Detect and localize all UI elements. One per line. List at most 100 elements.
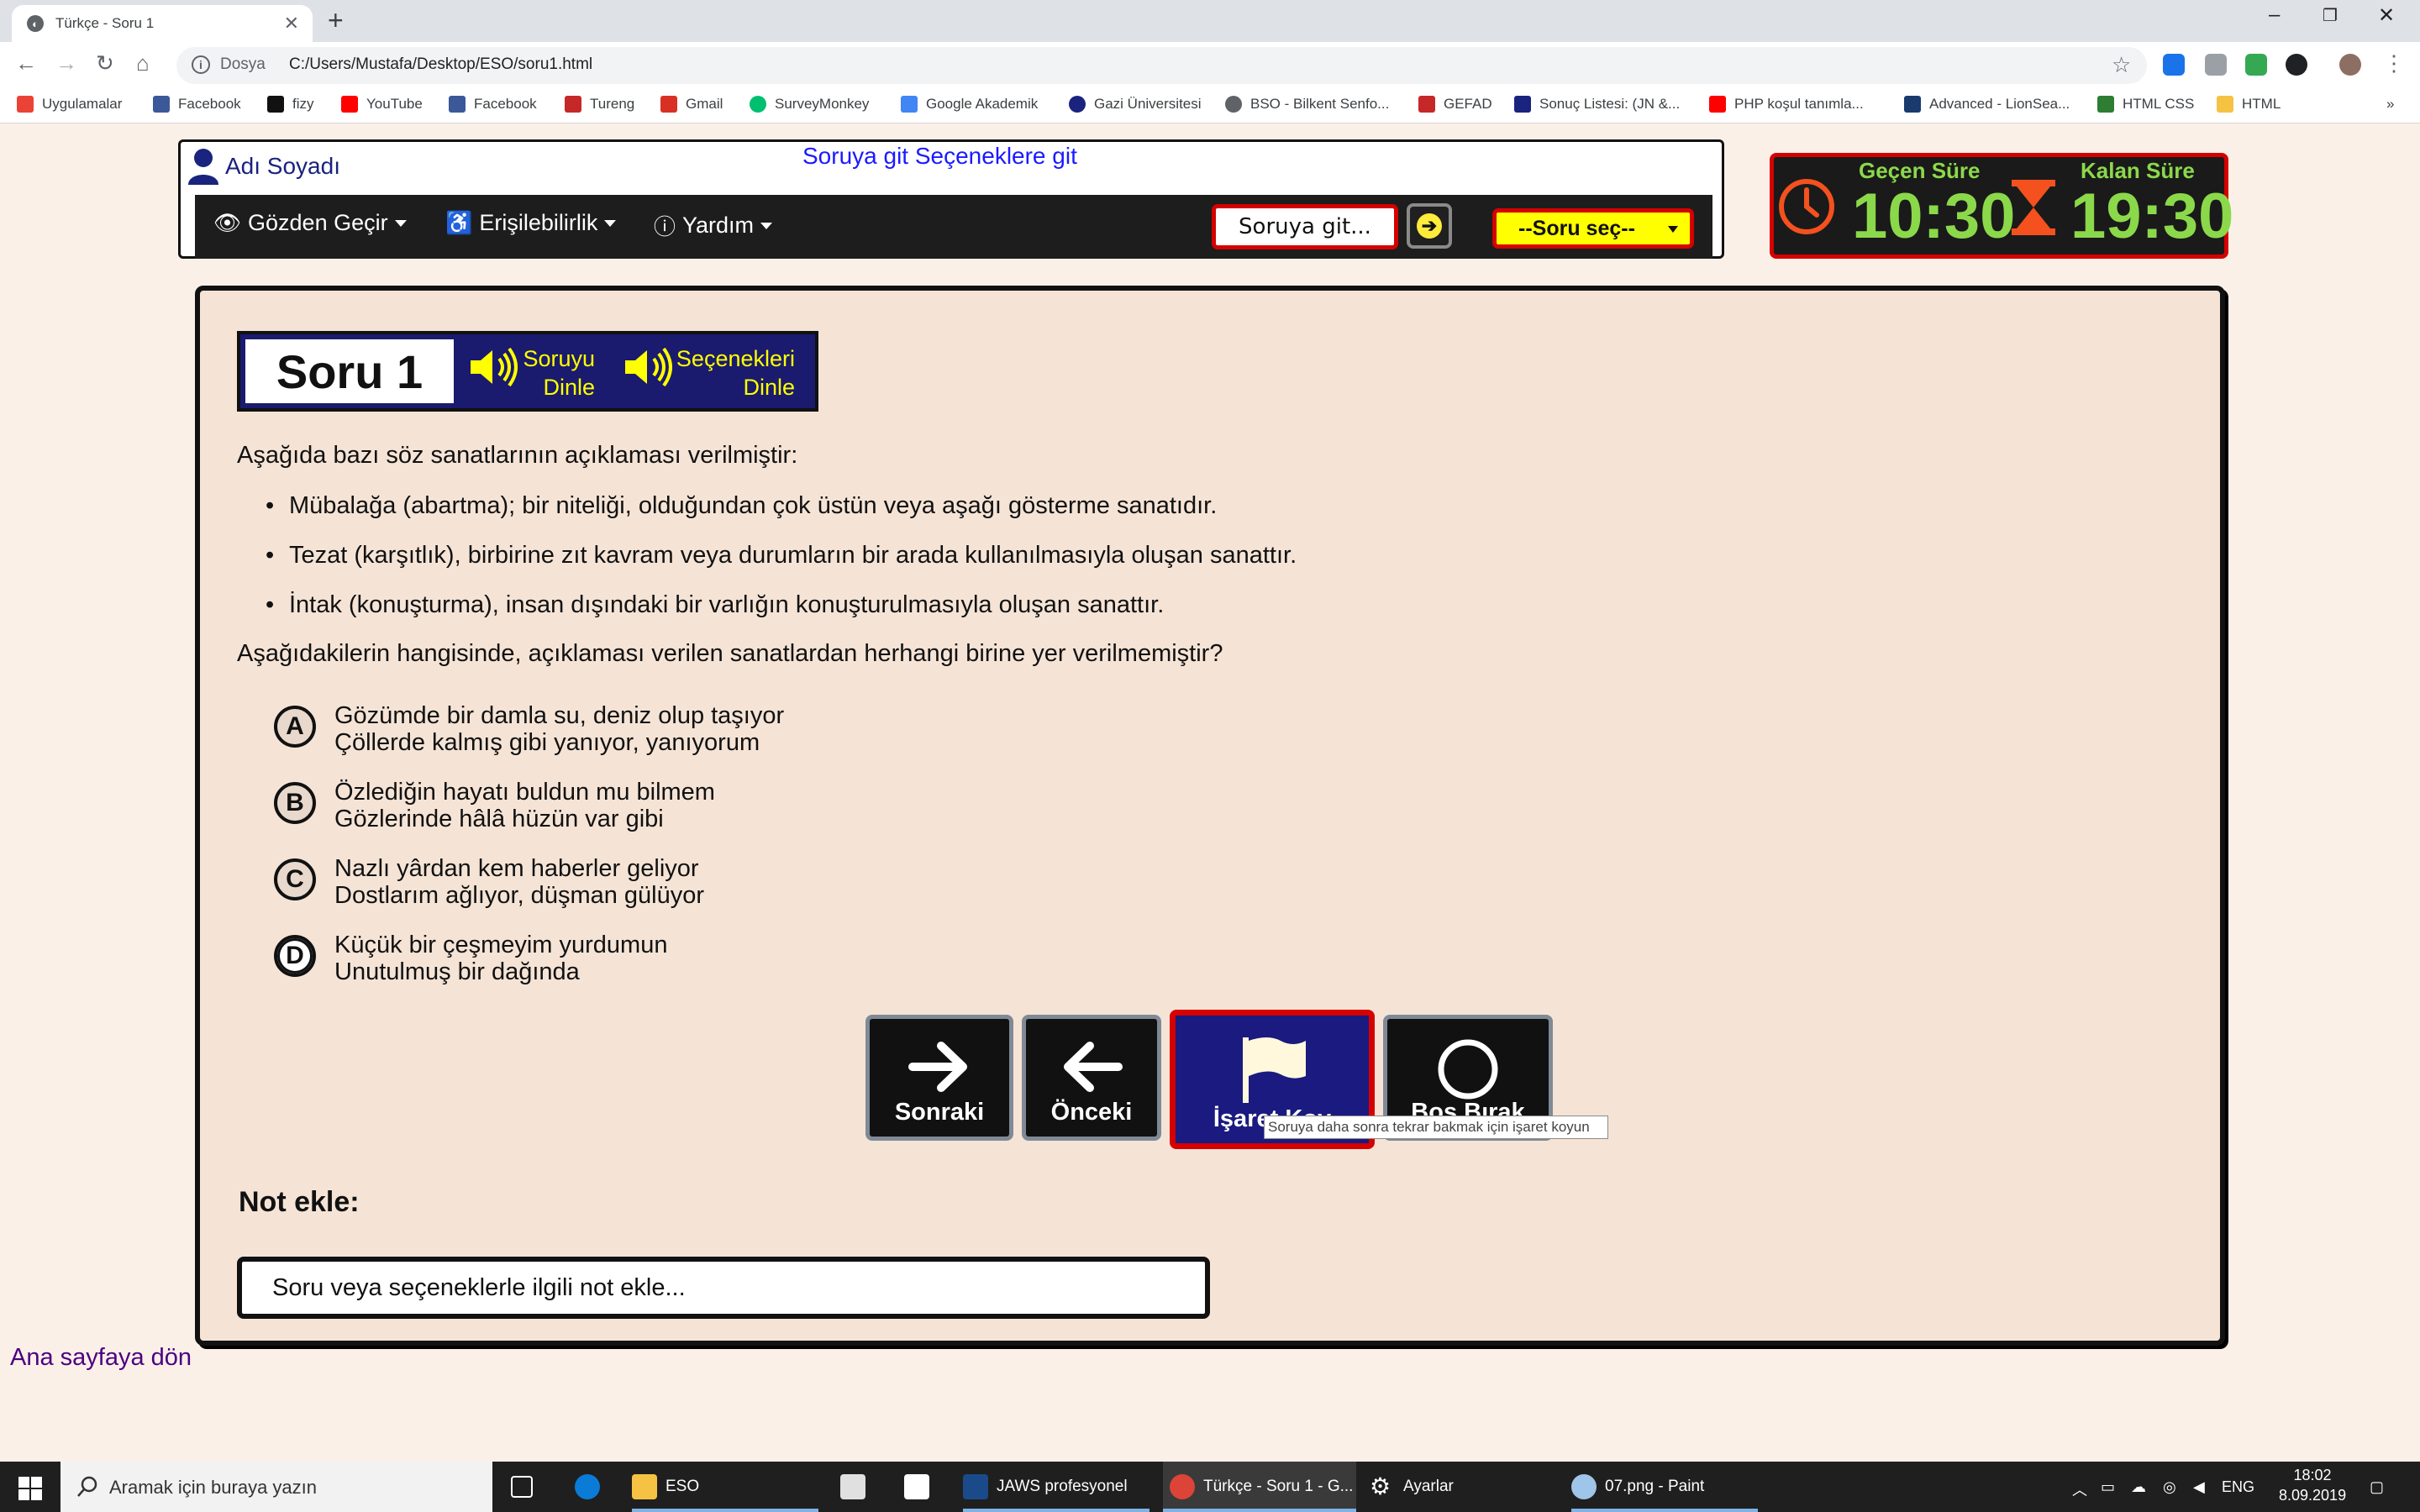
fizy-icon <box>267 96 284 113</box>
forward-icon[interactable]: → <box>55 50 77 76</box>
browser-tabstrip <box>0 0 2420 42</box>
language-indicator[interactable]: ENG <box>2222 1478 2254 1496</box>
dropdown-arrow-icon <box>1668 226 1678 233</box>
volume-icon[interactable]: ◀ <box>2193 1478 2205 1496</box>
hourglass-icon <box>2012 180 2055 235</box>
goto-question-input[interactable]: Soruya git... <box>1212 204 1398 249</box>
menu-review[interactable]: 👁 Gözden Geçir <box>213 210 407 236</box>
next-button[interactable]: Sonraki <box>865 1015 1013 1141</box>
info-icon[interactable]: i <box>192 55 210 74</box>
bookmark-star-icon[interactable]: ☆ <box>2112 52 2131 78</box>
skip-links[interactable]: Soruya git Seçeneklere git <box>802 143 1077 170</box>
windows-start-icon[interactable] <box>18 1477 42 1500</box>
clock-icon <box>1779 179 1834 234</box>
home-icon[interactable]: ⌂ <box>136 50 150 76</box>
option-letter: A <box>274 706 316 748</box>
task-view-icon[interactable] <box>511 1462 541 1512</box>
folder-icon <box>2217 96 2233 113</box>
extension-icon[interactable] <box>2205 54 2227 76</box>
edge-icon[interactable] <box>575 1462 608 1512</box>
option-d[interactable]: D Küçük bir çeşmeyim yurdumun Unutulmuş b… <box>274 932 667 985</box>
browser-menu-icon[interactable]: ⋮ <box>2383 50 2405 76</box>
tray-chevron-icon[interactable]: ︿ <box>2072 1478 2087 1500</box>
previous-button[interactable]: Önceki <box>1022 1015 1161 1141</box>
minimize-icon[interactable]: – <box>2269 3 2280 27</box>
bookmark-item[interactable]: SurveyMonkey <box>750 96 869 113</box>
active-indicator <box>1571 1509 1758 1512</box>
menu-bar <box>195 195 1712 259</box>
taskbar-item-chrome[interactable]: Türkçe - Soru 1 - G... <box>1163 1462 1356 1512</box>
arrow-right-icon <box>908 1042 967 1092</box>
active-indicator <box>963 1509 1150 1512</box>
profile-avatar[interactable] <box>2339 54 2361 76</box>
extension-icon[interactable] <box>2163 54 2185 76</box>
bookmark-item[interactable]: BSO - Bilkent Senfo... <box>1225 96 1389 113</box>
taskbar-item-paint[interactable]: 07.png - Paint <box>1571 1462 1704 1512</box>
system-clock[interactable]: 18:02 8.09.2019 <box>2279 1465 2346 1505</box>
bookmark-item[interactable]: Facebook <box>449 96 537 113</box>
html-css-icon <box>2097 96 2114 113</box>
extension-icon[interactable] <box>2245 54 2267 76</box>
taskbar-item-explorer[interactable]: ESO <box>632 1462 699 1512</box>
taskbar-item-settings[interactable]: ⚙ Ayarlar <box>1370 1462 1454 1512</box>
bookmark-item[interactable]: Facebook <box>153 96 241 113</box>
back-to-home-link[interactable]: Ana sayfaya dön <box>10 1344 192 1372</box>
question-number: Soru 1 <box>245 339 454 403</box>
new-tab-button[interactable]: + <box>328 7 344 34</box>
taskbar-search[interactable]: Aramak için buraya yazın <box>60 1462 492 1512</box>
taskbar-item-jaws[interactable]: JAWS profesyonel <box>963 1462 1128 1512</box>
bookmark-item[interactable]: HTML CSS <box>2097 96 2194 113</box>
bookmark-item[interactable]: Gmail <box>660 96 723 113</box>
extension-icon[interactable] <box>2286 54 2307 76</box>
option-a[interactable]: A Gözümde bir damla su, deniz olup taşıy… <box>274 702 784 756</box>
elapsed-time-value: 10:30 <box>1852 181 2016 252</box>
notes-input[interactable]: Soru veya seçeneklerle ilgili not ekle..… <box>237 1257 1210 1319</box>
folder-icon <box>632 1474 657 1499</box>
bookmark-apps[interactable]: Uygulamalar <box>17 96 122 113</box>
notes-label: Not ekle: <box>239 1186 360 1218</box>
menu-accessibility[interactable]: ♿ Erişilebilirlik <box>445 210 617 236</box>
back-icon[interactable]: ← <box>15 50 37 76</box>
maximize-icon[interactable]: ❐ <box>2323 5 2338 26</box>
bookmark-item[interactable]: PHP koşul tanımla... <box>1709 96 1864 113</box>
address-url[interactable]: C:/Users/Mustafa/Desktop/ESO/soru1.html <box>289 55 592 74</box>
browser-tab[interactable]: ◐ Türkçe - Soru 1 ✕ <box>12 5 313 42</box>
gefad-icon <box>1418 96 1435 113</box>
window-close-icon[interactable]: ✕ <box>2378 3 2395 28</box>
onedrive-icon[interactable]: ☁ <box>2131 1478 2146 1496</box>
menu-help[interactable]: ⓘ Yardım <box>654 210 773 241</box>
option-c[interactable]: C Nazlı yârdan kem haberler geliyor Dostl… <box>274 855 704 909</box>
question-intro: Aşağıda bazı söz sanatlarının açıklaması… <box>237 442 798 469</box>
gmail-icon <box>660 96 677 113</box>
listen-question-button[interactable]: Soruyu Dinle <box>521 344 595 402</box>
network-icon[interactable]: ◎ <box>2163 1478 2176 1496</box>
question-select[interactable]: --Soru seç-- <box>1492 208 1694 249</box>
bookmark-item[interactable]: Google Akademik <box>901 96 1038 113</box>
goto-question-button[interactable]: ➔ <box>1407 203 1452 249</box>
bookmark-item[interactable]: Advanced - LionSea... <box>1904 96 2070 113</box>
bookmarks-overflow-icon[interactable]: » <box>2386 96 2394 113</box>
facebook-icon <box>449 96 466 113</box>
store-icon[interactable] <box>840 1462 874 1512</box>
close-tab-icon[interactable]: ✕ <box>284 13 299 34</box>
bookmark-item[interactable]: fizy <box>267 96 314 113</box>
mail-icon[interactable] <box>904 1462 938 1512</box>
notifications-icon[interactable]: ▢ <box>2370 1478 2384 1496</box>
jaws-icon <box>963 1474 988 1499</box>
option-b[interactable]: B Özlediğin hayatı buldun mu bilmem Gözle… <box>274 779 715 832</box>
gear-icon: ⚙ <box>1370 1473 1392 1499</box>
youtube-icon <box>341 96 358 113</box>
battery-icon[interactable]: ▭ <box>2101 1478 2115 1496</box>
bookmark-item[interactable]: Sonuç Listesi: (JN &... <box>1514 96 1680 113</box>
listen-options-button[interactable]: Seçenekleri Dinle <box>676 344 795 402</box>
eye-icon: 👁 <box>213 210 242 235</box>
bookmark-item[interactable]: GEFAD <box>1418 96 1492 113</box>
reload-icon[interactable]: ↻ <box>96 50 114 76</box>
bookmark-item[interactable]: Tureng <box>565 96 634 113</box>
user-name: Adı Soyadı <box>225 153 340 179</box>
bookmark-item[interactable]: Gazi Üniversitesi <box>1069 96 1202 113</box>
bookmark-item[interactable]: YouTube <box>341 96 423 113</box>
option-letter: B <box>274 782 316 824</box>
option-letter: C <box>274 858 316 900</box>
bookmark-folder[interactable]: HTML <box>2217 96 2281 113</box>
